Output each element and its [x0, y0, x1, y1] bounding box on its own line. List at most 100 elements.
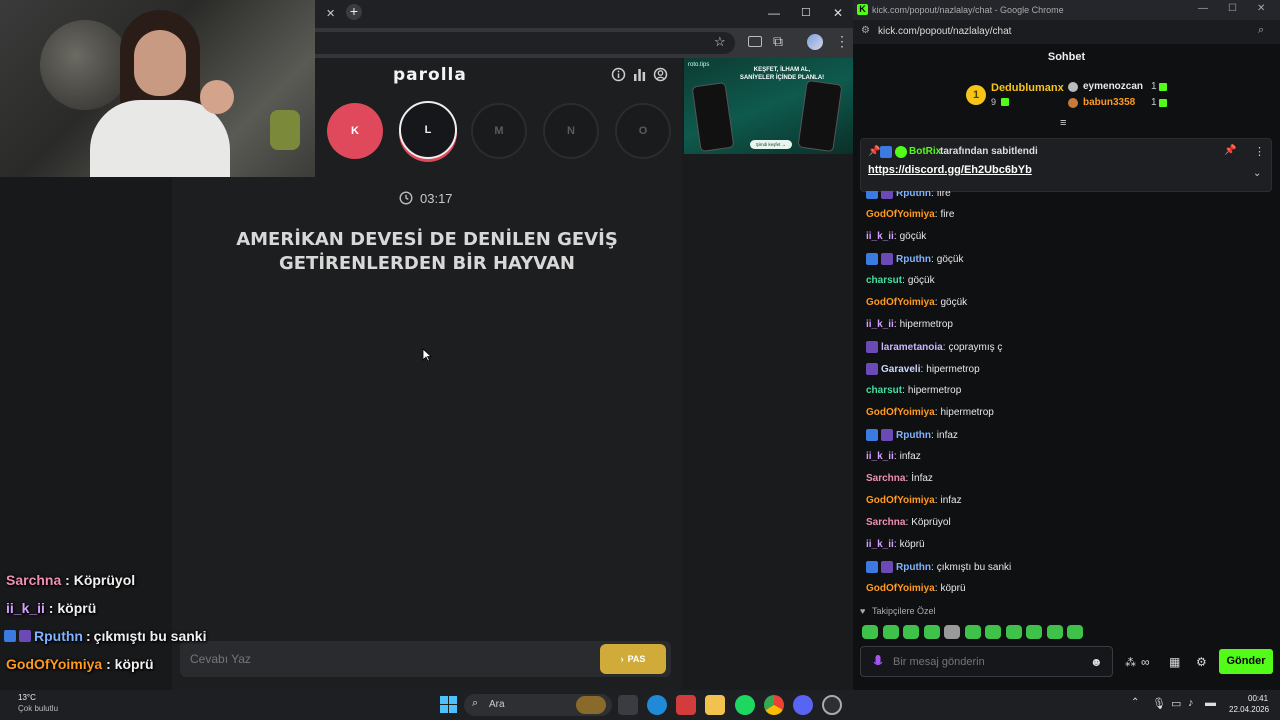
microphone-icon[interactable]: [873, 655, 883, 669]
emote-icon[interactable]: [985, 625, 1001, 639]
chat-username[interactable]: GodOfYoimiya: [866, 407, 935, 418]
emote-icon[interactable]: [964, 625, 981, 639]
leaderboard-user-3[interactable]: babun3358: [1083, 97, 1135, 108]
chat-username[interactable]: Rputhn: [896, 430, 931, 441]
chat-username[interactable]: larametanoia: [881, 342, 943, 353]
chat-username[interactable]: Sarchna: [866, 517, 905, 528]
stats-icon[interactable]: [632, 67, 647, 82]
chat-username[interactable]: GodOfYoimiya: [866, 209, 935, 220]
emote-icon[interactable]: [1046, 625, 1063, 639]
chat-username[interactable]: ii_k_ii: [866, 231, 894, 242]
chat-text: İnfaz: [911, 473, 933, 484]
chat-username[interactable]: charsut: [866, 275, 902, 286]
chat-maximize-icon[interactable]: ☐: [1228, 3, 1237, 14]
chat-text: infaz: [936, 429, 958, 441]
browser-menu-icon[interactable]: ⋮: [835, 33, 849, 50]
store-icon[interactable]: ▦: [1169, 655, 1180, 669]
chat-separator: :: [931, 429, 934, 441]
overlay-message: GodOfYoimiya : köprü: [6, 656, 154, 672]
account-icon[interactable]: [653, 67, 668, 82]
chat-username[interactable]: Rputhn: [896, 562, 931, 573]
profile-avatar[interactable]: [807, 34, 823, 50]
emote-icon[interactable]: [903, 625, 919, 639]
emote-icon[interactable]: [882, 625, 899, 639]
emote-icon[interactable]: [1026, 625, 1042, 639]
chat-username[interactable]: GodOfYoimiya: [866, 583, 935, 594]
link-icon[interactable]: ∞: [1141, 655, 1150, 669]
bookmark-star-icon[interactable]: ☆: [714, 34, 726, 50]
emote-icon[interactable]: [1067, 625, 1083, 639]
p-app-icon[interactable]: [676, 695, 696, 715]
gift-sub-icon: [1159, 83, 1167, 91]
pinned-link[interactable]: https://discord.gg/Eh2Ubc6bYb: [868, 164, 1032, 176]
emote-icon[interactable]: [944, 625, 960, 639]
spotify-icon[interactable]: [735, 695, 755, 715]
new-tab-button[interactable]: +: [346, 4, 362, 20]
star-badge-icon: [881, 253, 893, 265]
info-icon[interactable]: [611, 67, 626, 82]
tray-overflow-icon[interactable]: ⌃: [1131, 697, 1139, 708]
chat-username[interactable]: ii_k_ii: [866, 539, 894, 550]
expand-pinned-icon[interactable]: ⌄: [1253, 168, 1261, 179]
leaderboard-user-2[interactable]: eymenozcan: [1083, 81, 1143, 92]
weather-temp[interactable]: 13°C: [18, 693, 36, 702]
tray-mic-icon[interactable]: 🎙: [1152, 697, 1166, 710]
answer-input[interactable]: [190, 646, 590, 672]
edge-icon[interactable]: [647, 695, 667, 715]
tray-battery-icon[interactable]: ▬: [1205, 697, 1216, 709]
minimize-icon[interactable]: —: [768, 6, 780, 20]
emote-icon[interactable]: [1005, 625, 1022, 639]
user-list-icon[interactable]: ⁂: [1125, 656, 1136, 669]
chat-username[interactable]: GodOfYoimiya: [866, 495, 935, 506]
chat-separator: :: [893, 539, 897, 550]
collapse-leaderboard-icon[interactable]: ≡: [1060, 117, 1066, 129]
emoji-picker-icon[interactable]: ☻: [1090, 655, 1103, 669]
chrome-icon[interactable]: [764, 695, 784, 715]
leaderboard-top-user[interactable]: Dedublumanx: [991, 82, 1064, 94]
zoom-icon[interactable]: ⌕: [1258, 24, 1264, 37]
discord-icon[interactable]: [793, 695, 813, 715]
clock-date[interactable]: 22.04.2026: [1229, 705, 1269, 714]
mouse-cursor-icon: [422, 348, 432, 362]
reader-mode-icon[interactable]: [748, 36, 762, 47]
emote-icon[interactable]: [862, 625, 878, 639]
chat-username[interactable]: Sarchna: [866, 473, 905, 484]
tab-close-icon[interactable]: ✕: [326, 7, 335, 20]
windows-start-icon[interactable]: [440, 696, 457, 713]
pinned-by-user[interactable]: BotRix: [909, 146, 941, 157]
weather-desc[interactable]: Çok bulutlu: [18, 704, 58, 713]
tray-volume-icon[interactable]: ♪: [1188, 697, 1194, 709]
clock-time[interactable]: 00:41: [1248, 694, 1268, 703]
emote-icon[interactable]: [923, 625, 940, 639]
chat-username[interactable]: GodOfYoimiya: [866, 297, 935, 308]
ad-brand: roto.tips: [688, 62, 710, 68]
omnibox[interactable]: [315, 32, 735, 54]
taskbar-search[interactable]: ⌕ Ara: [464, 694, 612, 716]
send-button[interactable]: Gönder: [1219, 649, 1273, 674]
file-explorer-icon[interactable]: [705, 695, 725, 715]
task-view-icon[interactable]: [618, 695, 638, 715]
chat-username[interactable]: ii_k_ii: [866, 451, 894, 462]
chat-settings-icon[interactable]: ⚙: [1196, 655, 1207, 669]
pinned-menu-icon[interactable]: ⋮: [1254, 145, 1265, 158]
obs-icon[interactable]: [822, 695, 842, 715]
chat-minimize-icon[interactable]: —: [1198, 3, 1208, 14]
chat-close-icon[interactable]: ✕: [1257, 3, 1265, 14]
chat-username[interactable]: Garaveli: [881, 364, 920, 375]
chat-url-bar[interactable]: ⚙ kick.com/popout/nazlalay/chat ⌕: [853, 20, 1280, 44]
site-settings-icon[interactable]: ⚙: [861, 25, 870, 36]
extensions-icon[interactable]: ⧉: [773, 33, 783, 50]
chat-message: Rputhn: çıkmıştı bu sanki: [866, 561, 1011, 573]
ad-banner[interactable]: roto.tips KEŞFET, İLHAM AL, SANİYELER İÇ…: [684, 58, 853, 154]
maximize-icon[interactable]: ☐: [801, 6, 811, 19]
window-close-icon[interactable]: ✕: [833, 6, 843, 20]
chat-username[interactable]: charsut: [866, 385, 902, 396]
parolla-logo[interactable]: parolla: [393, 65, 467, 85]
tray-network-icon[interactable]: ▭: [1171, 697, 1181, 710]
pass-button[interactable]: › PAS: [600, 644, 666, 674]
unpin-icon[interactable]: 📌: [1224, 145, 1236, 156]
chat-username[interactable]: Rputhn: [896, 254, 931, 265]
chat-username[interactable]: ii_k_ii: [866, 319, 894, 330]
leaderboard-count-2: 1: [1151, 81, 1157, 92]
chat-message-input[interactable]: [893, 652, 1083, 672]
